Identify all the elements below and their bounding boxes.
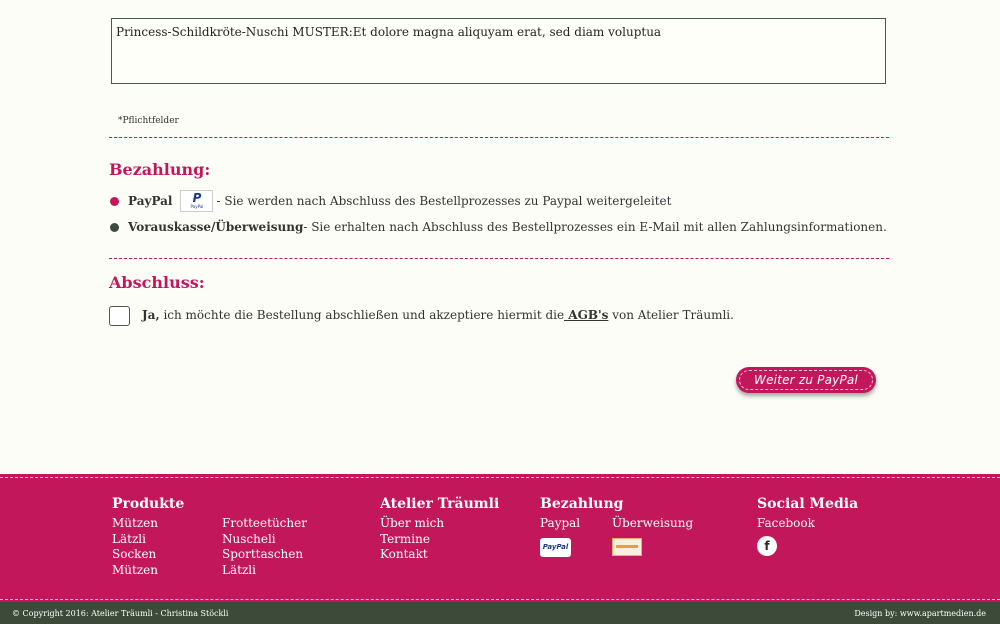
footer-link[interactable]: Mützen bbox=[112, 563, 222, 579]
footer-link[interactable]: Kontakt bbox=[380, 547, 499, 563]
agb-link[interactable]: AGB's bbox=[564, 308, 608, 322]
required-fields-note: *Pflichtfelder bbox=[118, 116, 179, 126]
footer-link[interactable]: Mützen bbox=[112, 516, 222, 532]
payment-section-title: Bezahlung: bbox=[109, 160, 211, 179]
footer-link[interactable]: Sporttaschen bbox=[222, 547, 307, 563]
footer-link[interactable]: Facebook bbox=[757, 516, 858, 532]
payment-option-transfer[interactable]: Vorauskasse/Überweisung - Sie erhalten n… bbox=[110, 220, 887, 234]
payment-option-description: - Sie erhalten nach Abschluss des Bestel… bbox=[303, 220, 887, 234]
continue-to-paypal-button[interactable]: Weiter zu PayPal bbox=[736, 367, 876, 393]
dashed-divider bbox=[109, 137, 889, 138]
paypal-logo-icon: P PayPal bbox=[180, 190, 214, 212]
payment-option-description: - Sie werden nach Abschluss des Bestellp… bbox=[216, 194, 672, 208]
footer-link[interactable]: Lätzli bbox=[222, 563, 307, 579]
message-textarea[interactable]: Princess-Schildkröte-Nuschi MUSTER:Et do… bbox=[111, 18, 886, 84]
payment-option-paypal[interactable]: PayPal P PayPal - Sie werden nach Abschl… bbox=[110, 190, 671, 212]
footer-heading: Atelier Träumli bbox=[380, 496, 500, 512]
accept-terms-checkbox[interactable] bbox=[109, 306, 130, 326]
footer-products-column: Produkte Mützen Lätzli Socken Mützen Fro… bbox=[112, 496, 307, 578]
footer-link[interactable]: Paypal bbox=[540, 516, 612, 532]
site-footer: Produkte Mützen Lätzli Socken Mützen Fro… bbox=[0, 474, 1000, 602]
facebook-icon[interactable]: f bbox=[757, 535, 777, 556]
footer-payment-column: Bezahlung Paypal PayPal Überweisung bbox=[540, 496, 693, 557]
bank-transfer-logo-icon bbox=[612, 537, 642, 556]
footer-link[interactable]: Über mich bbox=[380, 516, 499, 532]
footer-link[interactable]: Frotteetücher bbox=[222, 516, 307, 532]
design-credit[interactable]: Design by: www.apartmedien.de bbox=[854, 609, 986, 618]
footer-link[interactable]: Termine bbox=[380, 532, 499, 548]
dashed-divider bbox=[109, 258, 889, 259]
payment-option-name: Vorauskasse/Überweisung bbox=[128, 220, 304, 234]
footer-social-column: Social Media Facebook f bbox=[757, 496, 858, 556]
footer-link[interactable]: Nuscheli bbox=[222, 532, 307, 548]
payment-option-name: PayPal bbox=[128, 194, 173, 208]
bottom-bar: © Copyright 2016: Atelier Träumli - Chri… bbox=[0, 602, 1000, 624]
checkout-section-title: Abschluss: bbox=[109, 273, 205, 292]
radio-bullet[interactable] bbox=[110, 222, 119, 232]
footer-link[interactable]: Überweisung bbox=[612, 516, 693, 532]
accept-terms-label: Ja, ich möchte die Bestellung abschließe… bbox=[142, 308, 734, 322]
radio-bullet-selected[interactable] bbox=[110, 196, 119, 206]
paypal-logo-icon: PayPal bbox=[540, 537, 571, 557]
footer-heading: Produkte bbox=[112, 496, 185, 512]
footer-link[interactable]: Lätzli bbox=[112, 532, 222, 548]
footer-heading: Bezahlung bbox=[540, 496, 624, 512]
footer-heading: Social Media bbox=[757, 496, 859, 512]
footer-link[interactable]: Socken bbox=[112, 547, 222, 563]
footer-atelier-column: Atelier Träumli Über mich Termine Kontak… bbox=[380, 496, 499, 563]
copyright-text: © Copyright 2016: Atelier Träumli - Chri… bbox=[12, 609, 229, 618]
